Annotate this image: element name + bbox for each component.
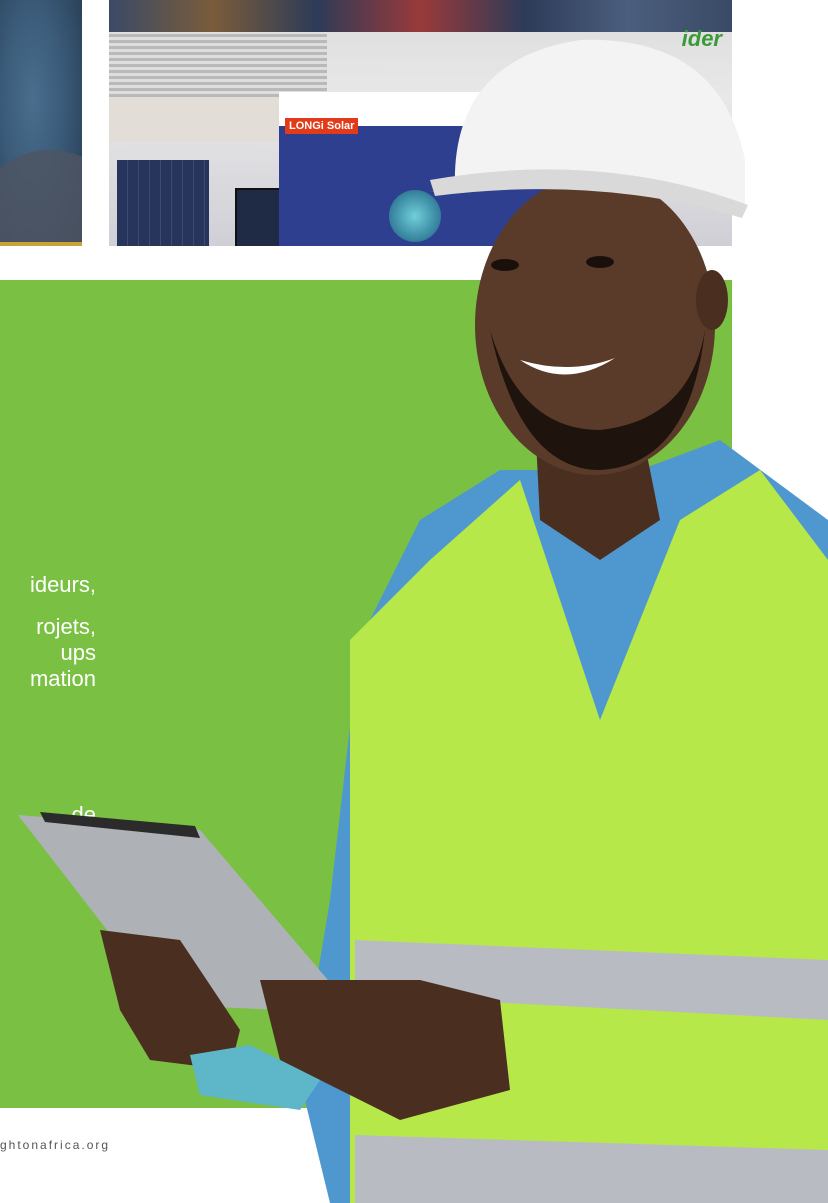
booth-sign-text: ider [681,26,722,51]
worker-eye [586,256,614,268]
text-line: mation [29,666,96,691]
text-gap [0,692,96,802]
text-line: ideurs, [29,572,96,597]
worker-ear [696,270,728,330]
booth-brand-label: LONGi Solar [285,118,359,134]
footer-url: ghtonafrica.org [0,1138,111,1152]
photo-top-left [0,0,82,246]
solar-panel-display [117,160,209,246]
expo-crowd [109,0,732,32]
body-text-cropped: ideurs, rojets, ups mation de able” [0,572,96,854]
photo-accent-line [0,242,82,246]
photo-shade [0,150,82,246]
text-line: ups [60,640,96,665]
text-gap [0,598,96,614]
expo-blinds [109,34,327,98]
worker-eye [491,259,519,271]
text-line: rojets, [36,614,96,639]
booth-globe-graphic [389,190,441,242]
